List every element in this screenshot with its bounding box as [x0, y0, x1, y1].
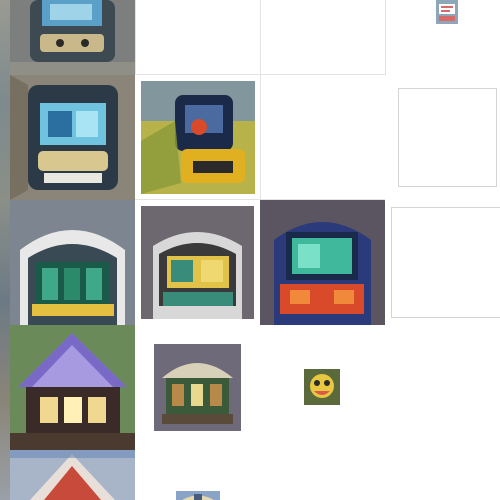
- grid-line: [260, 0, 261, 200]
- thumb-r3-c3[interactable]: [260, 200, 385, 325]
- thumb-r1-c1[interactable]: [10, 0, 135, 75]
- thumb-r3-c2[interactable]: [141, 206, 254, 319]
- image-grid: [0, 0, 500, 500]
- thumb-r4-c3[interactable]: [304, 369, 340, 405]
- thumb-r5-c2[interactable]: [176, 491, 220, 500]
- thumb-r5-c1[interactable]: [10, 450, 135, 500]
- thumb-r1-c4[interactable]: [436, 0, 458, 24]
- thumb-r4-c2[interactable]: [154, 344, 241, 431]
- thumb-r2-c1[interactable]: [10, 75, 135, 200]
- left-edge-strip: [0, 0, 10, 500]
- empty-frame-r2-c4: [398, 88, 497, 187]
- thumb-r3-c1[interactable]: [10, 200, 135, 325]
- thumb-r4-c1[interactable]: [10, 325, 135, 450]
- grid-line: [385, 0, 386, 75]
- empty-frame-r3-c4: [391, 207, 500, 318]
- thumb-r2-c2[interactable]: [141, 81, 255, 194]
- grid-line: [135, 74, 385, 75]
- grid-line: [135, 0, 136, 75]
